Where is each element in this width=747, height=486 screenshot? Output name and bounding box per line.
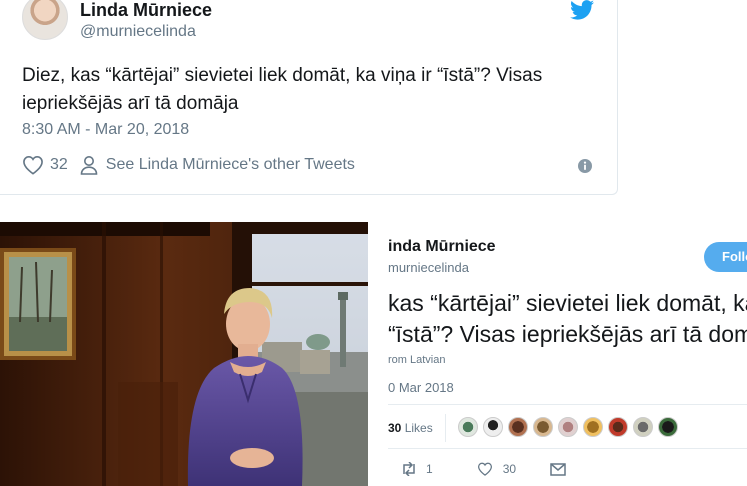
screenshot-author-handle: murniecelinda	[388, 260, 469, 275]
avatar[interactable]	[22, 0, 68, 40]
follow-button[interactable]: Follo	[704, 242, 747, 272]
avatar[interactable]	[608, 417, 628, 437]
liker-avatars	[458, 417, 683, 437]
like-count[interactable]: 32	[50, 156, 68, 174]
portrait-illustration	[0, 222, 368, 486]
dm-icon[interactable]	[550, 462, 566, 476]
heart-icon[interactable]	[22, 155, 44, 175]
screenshot-text-line-1: kas “kārtējai” sievietei liek domāt, ka	[388, 290, 747, 316]
likes-count: 30	[388, 421, 402, 435]
likes-label: Likes	[404, 421, 433, 435]
tweet-timestamp[interactable]: 8:30 AM - Mar 20, 2018	[22, 121, 189, 139]
avatar[interactable]	[658, 417, 678, 437]
avatar[interactable]	[583, 417, 603, 437]
author-name[interactable]: Linda Mūrniece	[80, 0, 212, 21]
retweet-icon[interactable]	[400, 462, 418, 476]
author-handle[interactable]: @murniecelinda	[80, 23, 196, 41]
screenshot-actions: 1 30	[400, 462, 566, 476]
screenshot-text-line-2: “īstā”? Visas iepriekšējās arī tā doma	[388, 321, 747, 347]
screenshot-author-name: inda Mūrniece	[388, 238, 496, 255]
avatar[interactable]	[458, 417, 478, 437]
person-icon	[80, 155, 98, 175]
avatar[interactable]	[483, 417, 503, 437]
twitter-bird-icon[interactable]	[570, 0, 594, 20]
divider	[388, 448, 747, 449]
tweet-text: Diez, kas “kārtējai” sievietei liek domā…	[22, 65, 543, 114]
divider	[388, 404, 747, 405]
avatar[interactable]	[508, 417, 528, 437]
likes-summary: 30 Likes	[388, 421, 433, 435]
info-icon[interactable]	[577, 158, 593, 174]
screenshot-tweet-text: kas “kārtējai” sievietei liek domāt, ka …	[388, 288, 747, 350]
avatar[interactable]	[533, 417, 553, 437]
translated-from: rom Latvian	[388, 354, 446, 366]
like-count[interactable]: 30	[503, 462, 516, 476]
tweet-screenshot: inda Mūrniece murniecelinda Follo kas “k…	[388, 226, 747, 486]
avatar[interactable]	[633, 417, 653, 437]
screenshot-date: 0 Mar 2018	[388, 380, 454, 395]
avatar[interactable]	[558, 417, 578, 437]
tweet-actions: 32 See Linda Mūrniece's other Tweets	[22, 155, 355, 175]
heart-icon[interactable]	[477, 462, 493, 476]
see-other-tweets-link[interactable]: See Linda Mūrniece's other Tweets	[106, 156, 355, 174]
embedded-tweet: Linda Mūrniece @murniecelinda Diez, kas …	[0, 0, 618, 195]
retweet-count[interactable]: 1	[426, 462, 433, 476]
divider	[445, 414, 446, 442]
portrait-photo	[0, 222, 368, 486]
